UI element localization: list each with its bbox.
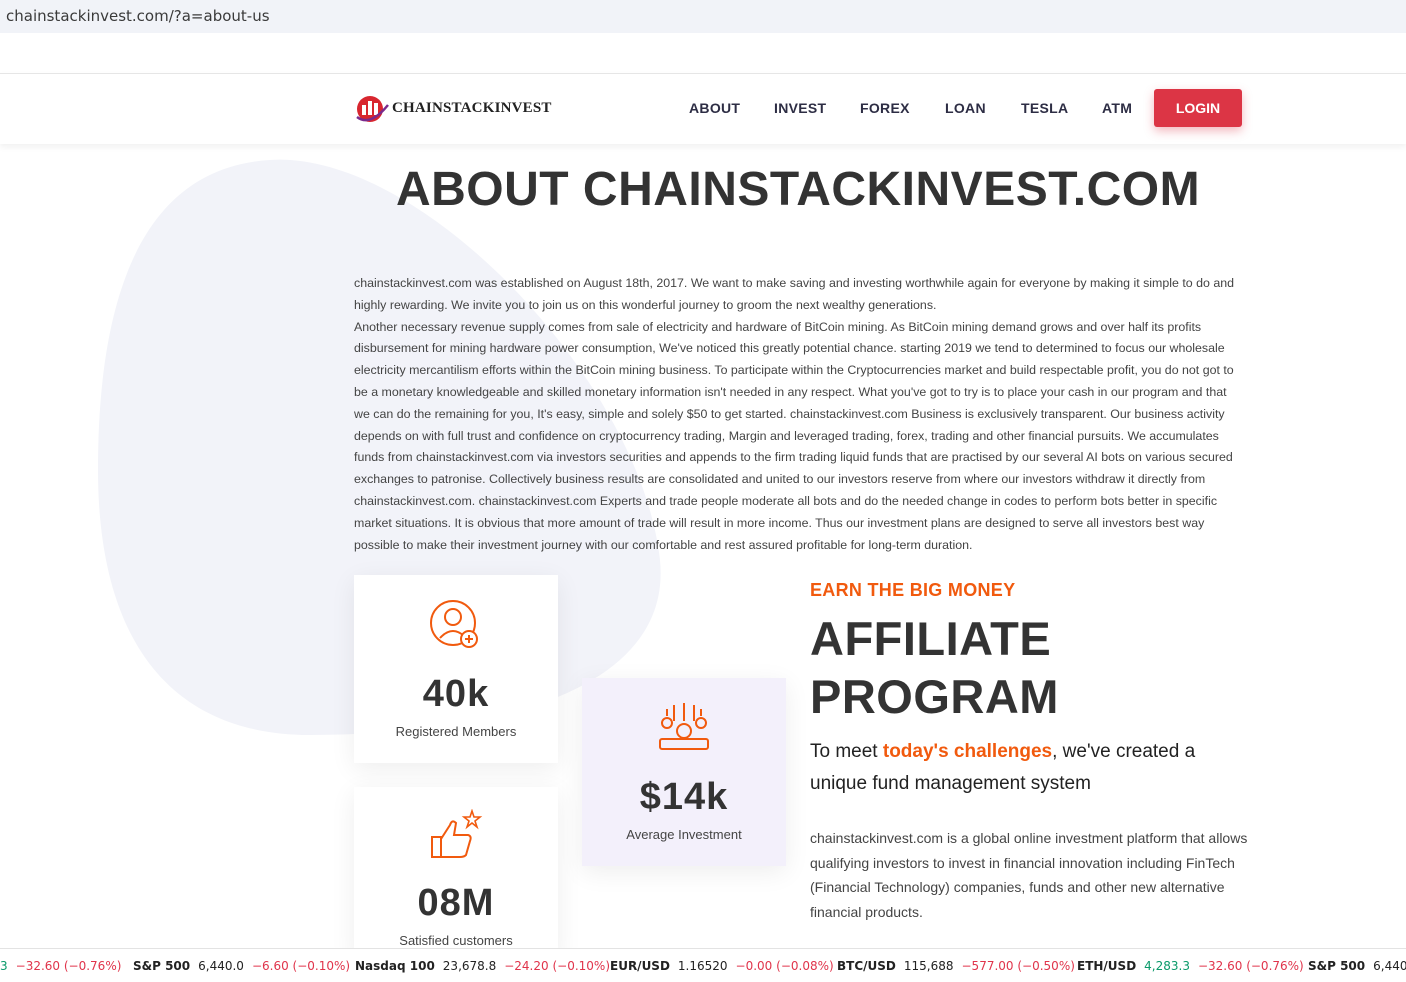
ticker-item[interactable]: BTC/USD 115,688 −577.00 (−0.50%)	[837, 959, 1075, 973]
ticker-symbol: EUR/USD	[610, 959, 670, 973]
money-icon	[659, 703, 709, 750]
tagline-pre: To meet	[810, 741, 883, 762]
nav-forex[interactable]: FOREX	[860, 100, 910, 116]
thumbs-up-star-icon	[431, 808, 483, 858]
affiliate-heading-line1: AFFILIATE	[810, 612, 1052, 665]
ticker-price: 4,283.3	[1144, 959, 1190, 973]
nav-invest[interactable]: INVEST	[774, 100, 826, 116]
ticker-item[interactable]: S&P 500 6,440.0 −6.60 (−0.10%)	[133, 959, 350, 973]
ticker-change: −6.60 (−0.10%)	[251, 959, 351, 973]
ticker-change: −32.60 (−0.76%)	[1197, 959, 1304, 973]
ticker-item[interactable]: ETH/USD 4,283.3 −32.60 (−0.76%)	[1077, 959, 1304, 973]
ticker-item[interactable]: EUR/USD 1.16520 −0.00 (−0.08%)	[610, 959, 834, 973]
user-add-icon	[430, 600, 478, 648]
ticker-change: −0.00 (−0.08%)	[735, 959, 834, 973]
ticker-price: 6,440.0	[198, 959, 244, 973]
about-paragraph-1: chainstackinvest.com was established on …	[354, 276, 1235, 312]
stat-value: 08M	[417, 882, 495, 924]
nav-tesla[interactable]: TESLA	[1021, 100, 1068, 116]
ticker-symbol: S&P 500	[1308, 959, 1366, 973]
affiliate-kicker: EARN THE BIG MONEY	[810, 580, 1016, 600]
logo-chart-icon	[356, 96, 389, 122]
affiliate-description: chainstackinvest.com is a global online …	[810, 830, 1248, 920]
logo-text: CHAINSTACKINVEST	[392, 99, 552, 116]
tagline-highlight: today's challenges	[882, 741, 1053, 762]
about-paragraph-2: Another necessary revenue supply comes f…	[354, 319, 1234, 552]
affiliate-heading-line2: PROGRAM	[810, 670, 1059, 723]
stat-label: Average Investment	[626, 827, 742, 842]
about-text: chainstackinvest.com was established on …	[354, 273, 1244, 556]
ticker-symbol: BTC/USD	[837, 959, 896, 973]
stat-value: 40k	[422, 673, 490, 715]
ticker-symbol: S&P 500	[133, 959, 191, 973]
ticker-symbol: Nasdaq 100	[355, 959, 435, 973]
logo[interactable]: CHAINSTACKINVEST	[354, 91, 552, 125]
stat-card-investment: $14k Average Investment	[582, 678, 786, 866]
affiliate-heading: AFFILIATE PROGRAM	[810, 610, 1059, 726]
stat-label: Registered Members	[395, 724, 517, 739]
ticker-change: −577.00 (−0.50%)	[961, 959, 1075, 973]
ticker-tape[interactable]: 3 −32.60 (−0.76%) S&P 500 6,440.0 −6.60 (−0…	[0, 948, 1406, 982]
ticker-price: 1.16520	[677, 959, 728, 973]
stat-card-customers: 08M Satisfied customers	[354, 787, 558, 957]
ticker-price: 3	[0, 959, 8, 973]
nav-atm[interactable]: ATM	[1102, 100, 1132, 116]
ticker-price: 115,688	[903, 959, 954, 973]
stat-label: Satisfied customers	[399, 933, 513, 948]
stat-value: $14k	[639, 776, 729, 818]
affiliate-tagline: To meet today's challenges, we've create…	[810, 736, 1230, 800]
ticker-item[interactable]: 3 −32.60 (−0.76%)	[0, 959, 121, 973]
page-title: ABOUT CHAINSTACKINVEST.COM	[395, 163, 1201, 216]
login-button[interactable]: LOGIN	[1154, 89, 1242, 127]
ticker-item[interactable]: S&P 500 6,440.0	[1308, 959, 1406, 973]
ticker-change: −32.60 (−0.76%)	[15, 959, 122, 973]
nav-loan[interactable]: LOAN	[945, 100, 986, 116]
ticker-price: 23,678.8	[442, 959, 497, 973]
ticker-item[interactable]: Nasdaq 100 23,678.8 −24.20 (−0.10%)	[355, 959, 610, 973]
ticker-change: −24.20 (−0.10%)	[504, 959, 610, 973]
stat-card-members: 40k Registered Members	[354, 575, 558, 763]
ticker-symbol: ETH/USD	[1077, 959, 1137, 973]
nav-about[interactable]: ABOUT	[689, 100, 740, 116]
ticker-price: 6,440.0	[1373, 959, 1406, 973]
top-navbar: CHAINSTACKINVEST ABOUT INVEST FOREX LOAN…	[0, 73, 1406, 144]
